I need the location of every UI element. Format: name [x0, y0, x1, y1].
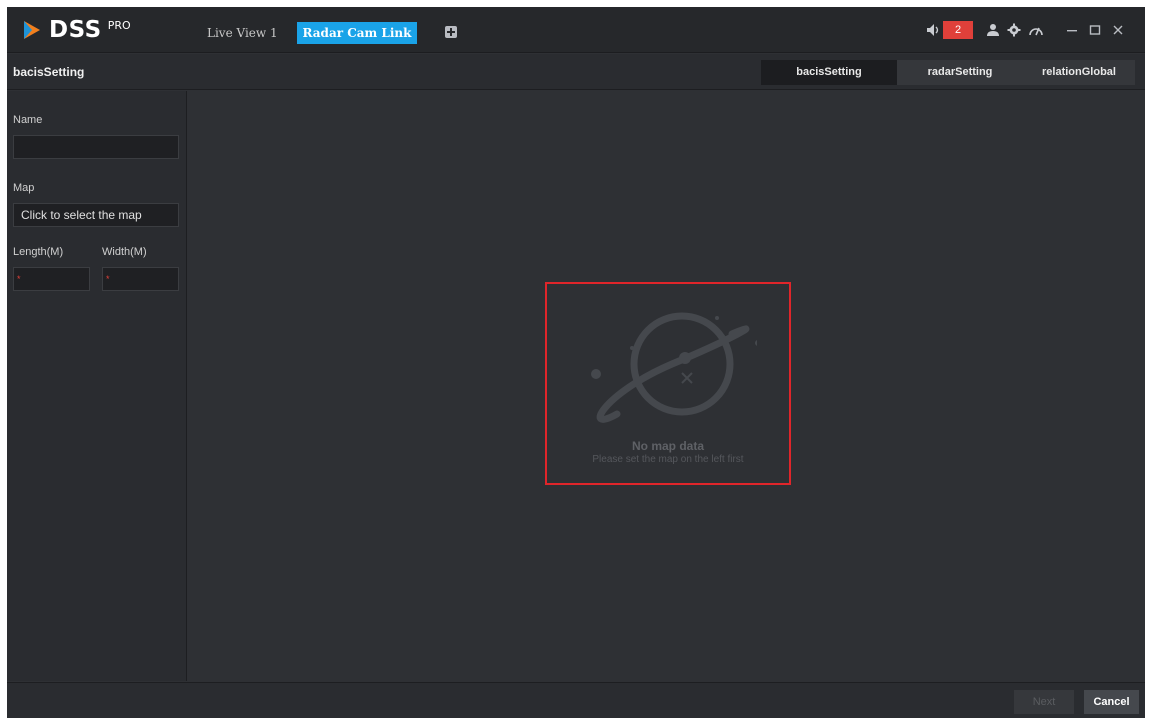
step-bar: bacisSetting bacisSetting radarSetting r… — [7, 54, 1145, 90]
empty-state: No map data Please set the map on the le… — [545, 282, 791, 485]
maximize-icon[interactable] — [1089, 24, 1101, 36]
dss-logo-icon — [24, 21, 40, 39]
speaker-icon[interactable] — [926, 23, 942, 37]
title-bar: DSS PRO Live View 1 Radar Cam Link 2 — [7, 7, 1145, 53]
map-select[interactable]: Click to select the map — [13, 203, 179, 227]
map-label: Map — [13, 182, 35, 194]
cancel-button[interactable]: Cancel — [1084, 690, 1139, 714]
logo-text: DSS — [49, 17, 102, 43]
next-button[interactable]: Next — [1014, 690, 1074, 714]
length-input[interactable]: * — [13, 267, 90, 291]
add-tab-icon[interactable] — [445, 26, 457, 38]
length-label: Length(M) — [13, 246, 64, 258]
width-input[interactable]: * — [102, 267, 179, 291]
tab-live-view[interactable]: Live View 1 — [197, 22, 288, 44]
required-mark: * — [106, 274, 110, 284]
width-label: Width(M) — [102, 246, 147, 258]
app-window: DSS PRO Live View 1 Radar Cam Link 2 bac… — [7, 7, 1145, 718]
step-bacis-setting[interactable]: bacisSetting — [761, 60, 897, 85]
map-canvas: No map data Please set the map on the le… — [188, 91, 1145, 681]
footer-bar: Next Cancel — [7, 682, 1145, 718]
alarm-count-badge[interactable]: 2 — [943, 21, 973, 39]
planet-icon — [591, 312, 757, 423]
speedometer-icon[interactable] — [1028, 23, 1044, 37]
step-radar-setting[interactable]: radarSetting — [897, 60, 1023, 85]
empty-state-subtitle: Please set the map on the left first — [592, 454, 744, 465]
required-mark: * — [17, 274, 21, 284]
name-label: Name — [13, 114, 43, 126]
app-logo: DSS PRO — [21, 17, 131, 43]
close-icon[interactable] — [1112, 24, 1124, 36]
gear-icon[interactable] — [1007, 23, 1021, 37]
name-input[interactable] — [13, 135, 179, 159]
minimize-icon[interactable] — [1066, 24, 1078, 36]
tab-radar-cam-link[interactable]: Radar Cam Link — [297, 22, 417, 44]
empty-state-title: No map data — [631, 439, 704, 453]
step-relation-global[interactable]: relationGlobal — [1023, 60, 1135, 85]
logo-edition: PRO — [107, 19, 131, 32]
page-title: bacisSetting — [13, 65, 85, 79]
settings-panel: Name Map Click to select the map Length(… — [7, 91, 187, 681]
user-icon[interactable] — [986, 23, 1000, 37]
